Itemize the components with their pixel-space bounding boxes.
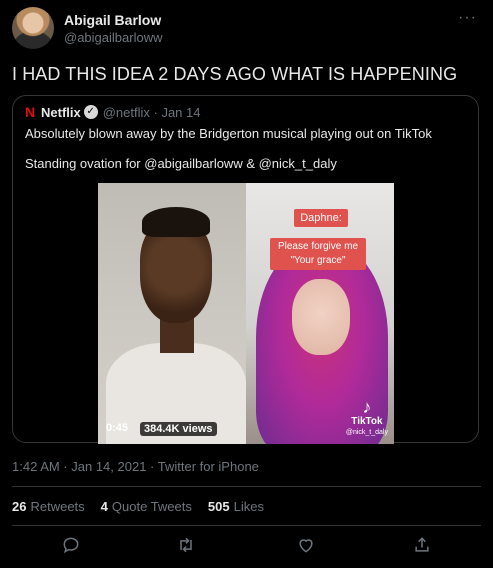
face xyxy=(292,279,350,355)
retweets-stat[interactable]: 26 Retweets xyxy=(12,499,85,514)
video-left-frame xyxy=(98,183,246,444)
hair xyxy=(142,207,210,237)
author-handle[interactable]: @abigailbarloww xyxy=(64,30,162,45)
divider xyxy=(12,486,481,487)
action-bar xyxy=(0,535,493,557)
quote-tweets-stat[interactable]: 4 Quote Tweets xyxy=(101,499,192,514)
video-right-frame: Daphne: Please forgive me "Your grace" ♪… xyxy=(246,183,394,444)
like-icon[interactable] xyxy=(296,535,318,557)
caption-line2: "Your grace" xyxy=(290,255,346,266)
caption-line: Please forgive me "Your grace" xyxy=(270,238,366,270)
retweet-icon[interactable] xyxy=(176,535,198,557)
caption-daphne: Daphne: xyxy=(294,209,348,227)
quoted-meta: @netflix · Jan 14 xyxy=(102,104,201,120)
tiktok-label: TikTok xyxy=(351,416,383,427)
quoted-text-line2: Standing ovation for @abigailbarloww & @… xyxy=(25,156,337,171)
quoted-tweet-header: N Netflix ✓ @netflix · Jan 14 xyxy=(25,104,200,120)
divider xyxy=(12,525,481,526)
avatar[interactable] xyxy=(12,7,54,49)
tweet-text: I HAD THIS IDEA 2 DAYS AGO WHAT IS HAPPE… xyxy=(12,64,458,84)
reply-icon[interactable] xyxy=(61,535,83,557)
video-duration: 0:45 xyxy=(106,422,129,434)
likes-stat[interactable]: 505 Likes xyxy=(208,499,264,514)
quoted-author-name[interactable]: Netflix xyxy=(41,105,81,120)
tiktok-icon: ♪ xyxy=(362,397,372,417)
netflix-logo: N xyxy=(25,104,36,120)
share-icon[interactable] xyxy=(412,535,434,557)
tiktok-handle: @nick_t_daly xyxy=(345,429,388,436)
more-icon[interactable]: ··· xyxy=(458,9,477,27)
tweet-timestamp[interactable]: 1:42 AM · Jan 14, 2021 · Twitter for iPh… xyxy=(12,459,259,474)
tweet-stats: 26 Retweets 4 Quote Tweets 505 Likes xyxy=(12,499,264,514)
author-name[interactable]: Abigail Barlow xyxy=(64,12,161,28)
quoted-tweet[interactable]: N Netflix ✓ @netflix · Jan 14 Absolutely… xyxy=(12,95,479,444)
tiktok-watermark: ♪ TikTok @nick_t_daly xyxy=(346,398,388,438)
video-views: 384.4K views xyxy=(140,422,217,436)
quoted-text-line1: Absolutely blown away by the Bridgerton … xyxy=(25,126,432,141)
video-player[interactable]: Daphne: Please forgive me "Your grace" ♪… xyxy=(98,183,394,444)
tweet-header: Abigail Barlow @abigailbarloww ··· xyxy=(12,7,481,51)
caption-line1: Please forgive me xyxy=(277,241,359,252)
verified-icon: ✓ xyxy=(83,105,98,119)
